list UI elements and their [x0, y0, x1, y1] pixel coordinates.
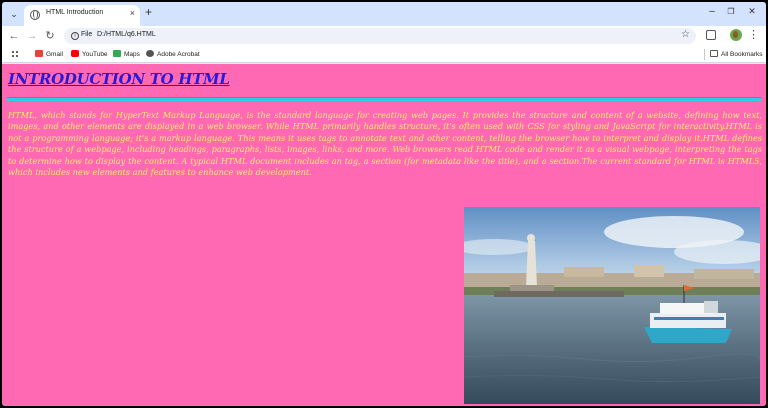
bookmark-label: YouTube — [82, 51, 108, 58]
globe-icon — [146, 50, 154, 57]
tab-search-button[interactable]: ⌄ — [6, 6, 22, 22]
bookmark-label: Gmail — [46, 51, 63, 58]
apps-grid-icon[interactable] — [11, 50, 19, 58]
folder-icon — [710, 50, 718, 57]
lake-statue-image — [464, 207, 760, 404]
profile-avatar[interactable] — [730, 29, 742, 41]
restore-button[interactable]: ❐ — [723, 7, 739, 16]
close-window-button[interactable]: ✕ — [744, 6, 760, 17]
tab-close-button[interactable]: × — [130, 8, 135, 18]
address-bar[interactable]: i File D:/HTML/q6.HTML ☆ — [64, 28, 696, 44]
toolbar: ← → ↻ i File D:/HTML/q6.HTML ☆ ⋮ — [2, 26, 766, 46]
page-content: INTRODUCTION TO HTML HTML, which stands … — [2, 64, 766, 406]
bookmark-star-icon[interactable]: ☆ — [681, 29, 690, 40]
maps-icon — [113, 50, 121, 57]
page-heading: INTRODUCTION TO HTML — [8, 70, 230, 88]
info-icon[interactable]: i — [71, 32, 79, 40]
youtube-icon — [71, 50, 79, 57]
scheme-chip: File — [81, 31, 93, 38]
lake-photo — [464, 207, 760, 404]
bookmarks-bar: Gmail YouTube Maps Adobe Acrobat All Boo… — [2, 46, 766, 63]
back-button[interactable]: ← — [7, 29, 21, 43]
url-text[interactable]: D:/HTML/q6.HTML — [97, 31, 156, 38]
gmail-icon — [35, 50, 43, 57]
bookmark-gmail[interactable]: Gmail — [35, 50, 63, 58]
forward-button[interactable]: → — [25, 29, 39, 43]
bookmark-youtube[interactable]: YouTube — [71, 50, 108, 58]
intro-paragraph: HTML, which stands for HyperText Markup … — [8, 110, 762, 178]
bookmarks-divider — [704, 49, 705, 60]
globe-icon — [30, 10, 40, 20]
bookmark-label: Adobe Acrobat — [157, 51, 200, 58]
tab-html-introduction[interactable]: HTML Introduction × — [24, 5, 140, 26]
tab-title: HTML Introduction — [46, 9, 104, 16]
all-bookmarks-button[interactable]: All Bookmarks — [710, 50, 763, 58]
bookmark-label: Maps — [124, 51, 140, 58]
horizontal-rule — [7, 97, 761, 101]
bookmark-maps[interactable]: Maps — [113, 50, 140, 58]
minimize-button[interactable]: – — [704, 6, 720, 17]
extensions-icon[interactable] — [706, 30, 716, 40]
reload-button[interactable]: ↻ — [43, 29, 57, 43]
tab-strip: ⌄ HTML Introduction × + – ❐ ✕ — [2, 2, 766, 26]
all-bookmarks-label: All Bookmarks — [721, 51, 763, 58]
bookmark-adobe-acrobat[interactable]: Adobe Acrobat — [146, 50, 200, 58]
browser-window: ⌄ HTML Introduction × + – ❐ ✕ ← → ↻ i Fi… — [2, 2, 766, 406]
menu-icon[interactable]: ⋮ — [748, 28, 759, 41]
new-tab-button[interactable]: + — [145, 5, 152, 19]
